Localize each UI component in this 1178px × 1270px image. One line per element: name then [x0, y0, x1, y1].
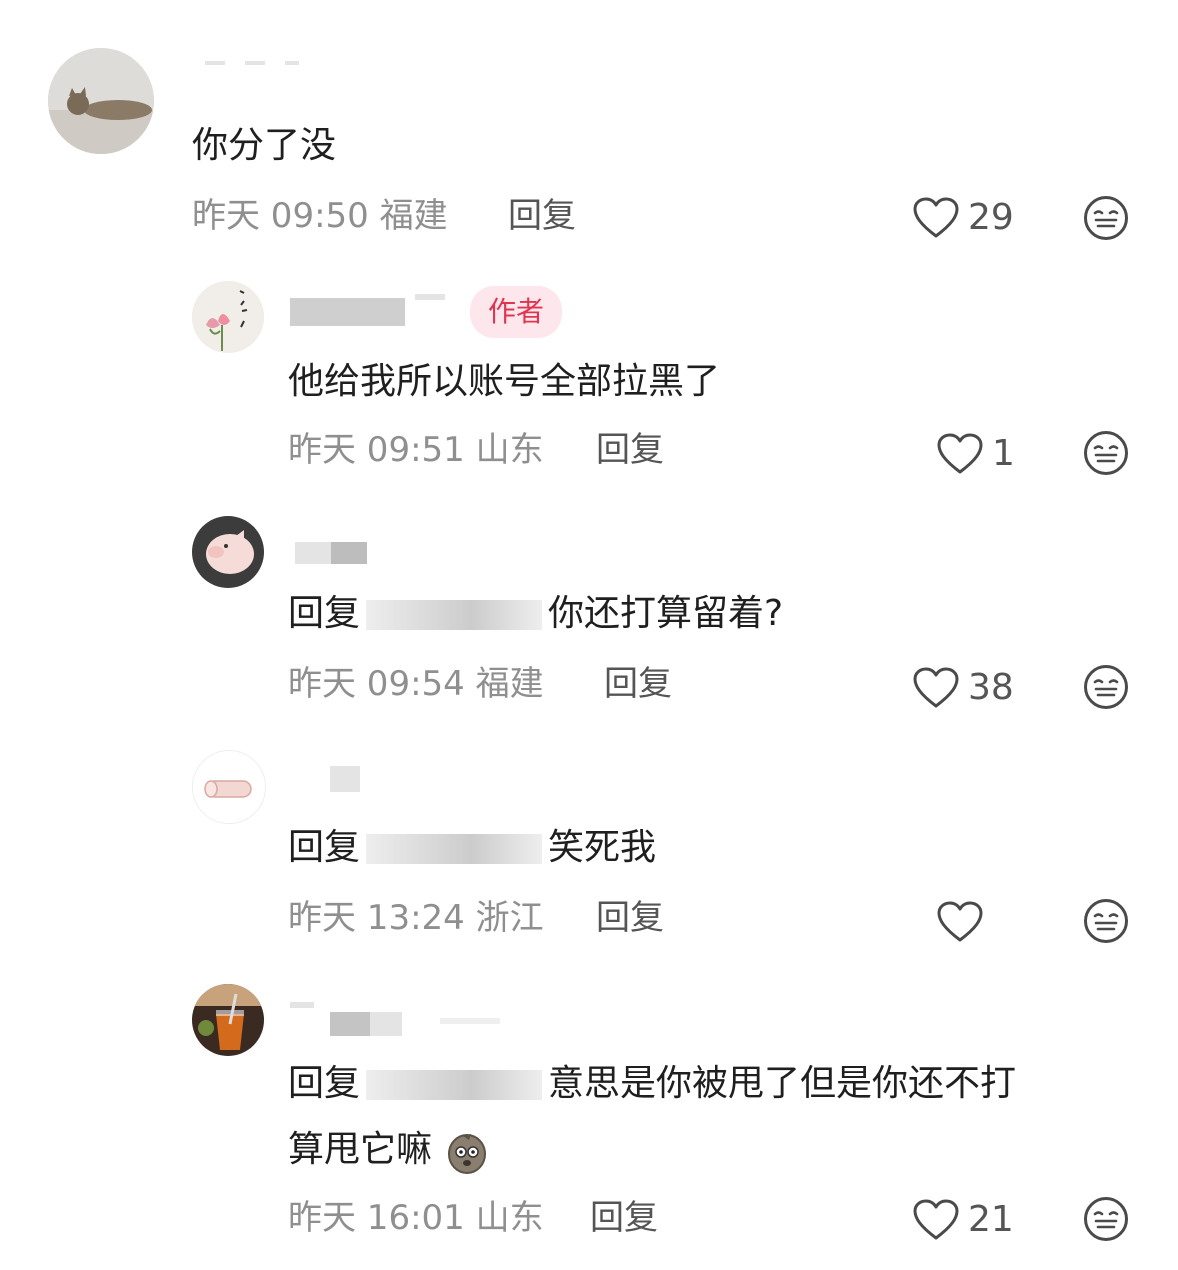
- comment-meta: 昨天 09:54 福建: [288, 664, 544, 704]
- comment-meta: 昨天 16:01 山东: [288, 1198, 544, 1238]
- heart-icon: [912, 1198, 960, 1242]
- heart-icon: [912, 666, 960, 710]
- heart-icon: [936, 900, 984, 944]
- comment-meta: 昨天 13:24 浙江: [288, 898, 544, 938]
- like-count: 38: [968, 667, 1014, 708]
- reply-prefix: 回复: [288, 827, 361, 868]
- like-count: 21: [968, 1199, 1014, 1240]
- potato-emoji-icon: [448, 1134, 487, 1174]
- comment-text: 回复 你还打算留着?: [288, 582, 783, 646]
- comment-text: 你分了没: [192, 125, 337, 166]
- username-masked[interactable]: [290, 998, 510, 1036]
- comment-meta: 昨天 09:50 福建: [192, 196, 448, 236]
- dislike-icon[interactable]: [1083, 195, 1129, 241]
- masked-mention[interactable]: [366, 1070, 543, 1100]
- reply-button[interactable]: 回复: [508, 196, 576, 236]
- comment-item: 回复 笑死我 昨天 13:24 浙江 回复: [0, 730, 1178, 970]
- comment-item: 作者 他给我所以账号全部拉黑了 昨天 09:51 山东 回复 1: [0, 260, 1178, 490]
- author-badge: 作者: [470, 286, 563, 338]
- like-button[interactable]: 29: [912, 196, 1014, 240]
- username-masked[interactable]: [295, 542, 375, 564]
- username-masked[interactable]: [290, 294, 460, 326]
- like-count: 1: [992, 433, 1015, 474]
- cat-avatar-icon[interactable]: [48, 48, 154, 154]
- reply-button[interactable]: 回复: [604, 664, 672, 704]
- flower-avatar-icon[interactable]: [192, 281, 264, 353]
- like-count: 29: [968, 197, 1014, 238]
- comment-text: 他给我所以账号全部拉黑了: [288, 361, 721, 402]
- drink-avatar-icon[interactable]: [192, 984, 264, 1056]
- dislike-icon[interactable]: [1083, 1196, 1129, 1242]
- comment-meta: 昨天 09:51 山东: [288, 430, 544, 470]
- reply-prefix: 回复: [288, 593, 361, 634]
- like-button[interactable]: 21: [912, 1198, 1014, 1242]
- comment-body: 笑死我: [548, 827, 657, 868]
- dislike-icon[interactable]: [1083, 898, 1129, 944]
- comment-text: 回复 笑死我: [288, 816, 656, 880]
- dislike-icon[interactable]: [1083, 430, 1129, 476]
- reply-button[interactable]: 回复: [590, 1198, 658, 1238]
- like-button[interactable]: [936, 900, 992, 944]
- comment-text-line2: 算甩它嘛: [288, 1118, 489, 1182]
- masked-mention[interactable]: [366, 600, 543, 630]
- towel-avatar-icon[interactable]: [192, 750, 266, 824]
- comment-item: 回复 你还打算留着? 昨天 09:54 福建 回复 38: [0, 490, 1178, 730]
- username-masked[interactable]: [330, 766, 370, 792]
- comment-item: 回复 意思是你被甩了但是你还不打 算甩它嘛 昨天 16:01 山东 回复 21: [0, 970, 1178, 1270]
- comment-body: 你还打算留着?: [548, 593, 784, 634]
- comment-body-line2: 算甩它嘛: [288, 1129, 433, 1170]
- masked-mention[interactable]: [366, 834, 543, 864]
- pig-avatar-icon[interactable]: [192, 516, 264, 588]
- reply-prefix: 回复: [288, 1063, 361, 1104]
- comment-item: 你分了没 昨天 09:50 福建 回复 29: [0, 0, 1178, 260]
- comment-text: 回复 意思是你被甩了但是你还不打: [288, 1052, 1016, 1116]
- like-button[interactable]: 1: [936, 432, 1015, 476]
- heart-icon: [936, 432, 984, 476]
- heart-icon: [912, 196, 960, 240]
- username-masked[interactable]: [205, 55, 305, 77]
- dislike-icon[interactable]: [1083, 664, 1129, 710]
- reply-button[interactable]: 回复: [596, 898, 664, 938]
- reply-button[interactable]: 回复: [596, 430, 664, 470]
- comment-body-line1: 意思是你被甩了但是你还不打: [548, 1063, 1017, 1104]
- like-button[interactable]: 38: [912, 666, 1014, 710]
